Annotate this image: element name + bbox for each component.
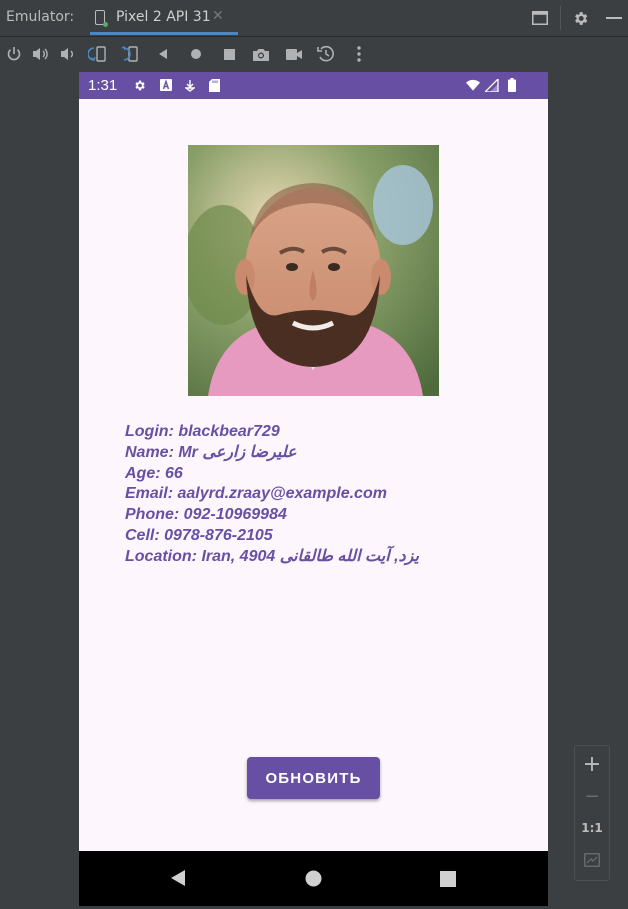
- nav-overview-icon[interactable]: [440, 871, 456, 891]
- tab-close-icon[interactable]: ✕: [212, 8, 224, 24]
- location-text: Location: Iran, 4904 یزد, آیت الله طالقا…: [125, 547, 419, 565]
- zoom-one-to-one-button[interactable]: 1:1: [575, 813, 609, 843]
- device-tab[interactable]: Pixel 2 API 31 ✕: [90, 0, 238, 35]
- emulator-title-bar: Emulator: Pixel 2 API 31 ✕: [0, 0, 628, 37]
- screenshot-icon[interactable]: [250, 43, 272, 65]
- settings-status-icon: [132, 78, 146, 92]
- navigation-bar: [79, 851, 548, 906]
- sd-card-status-icon: [207, 78, 221, 92]
- gear-icon[interactable]: [570, 8, 590, 28]
- profile-details: Login: blackbear729 Name: Mr علیرضا زارع…: [125, 422, 525, 568]
- title-divider: [560, 6, 561, 30]
- window-layout-icon[interactable]: [530, 8, 550, 28]
- nav-back-icon[interactable]: [170, 869, 186, 891]
- snapshot-icon[interactable]: [315, 43, 337, 65]
- device-tab-label: Pixel 2 API 31: [116, 9, 211, 25]
- status-bar: 1:31: [79, 72, 548, 99]
- cell-signal-icon: [485, 78, 499, 92]
- zoom-out-button[interactable]: −: [575, 781, 609, 811]
- age-text: Age: 66: [125, 464, 183, 482]
- battery-icon: [505, 78, 519, 92]
- home-icon[interactable]: [185, 43, 207, 65]
- device-icon: [95, 10, 108, 27]
- rotate-right-icon[interactable]: [119, 43, 141, 65]
- overview-icon[interactable]: [218, 43, 240, 65]
- wifi-icon: [466, 78, 480, 92]
- status-time: 1:31: [88, 77, 118, 94]
- profile-photo: [188, 145, 439, 396]
- name-text: Name: Mr علیرضا زارعی: [125, 443, 297, 461]
- back-icon[interactable]: [152, 43, 174, 65]
- nav-home-icon[interactable]: [305, 870, 322, 891]
- keyboard-status-icon: [159, 78, 173, 92]
- refresh-button[interactable]: ОБНОВИТЬ: [247, 757, 380, 799]
- power-icon[interactable]: [3, 43, 25, 65]
- phone-text: Phone: 092-10969984: [125, 506, 287, 524]
- screenrecord-icon[interactable]: [283, 43, 305, 65]
- emulator-toolbar: [0, 37, 628, 71]
- zoom-fit-icon[interactable]: [575, 845, 609, 875]
- email-text: Email: aalyrd.zraay@example.com: [125, 485, 387, 503]
- download-status-icon: [183, 78, 197, 92]
- tab-active-underline: [90, 32, 238, 35]
- device-screen: 1:31 Login: blackbear729 Name: Mr علیرضا…: [79, 72, 548, 906]
- cell-text: Cell: 0978-876-2105: [125, 526, 273, 544]
- emulator-label: Emulator:: [6, 9, 75, 25]
- volume-up-icon[interactable]: [30, 43, 52, 65]
- zoom-in-button[interactable]: +: [575, 749, 609, 779]
- volume-down-icon[interactable]: [57, 43, 79, 65]
- zoom-panel: + − 1:1: [574, 745, 610, 881]
- rotate-left-icon[interactable]: [87, 43, 109, 65]
- login-text: Login: blackbear729: [125, 423, 280, 440]
- more-icon[interactable]: [348, 43, 370, 65]
- minimize-icon[interactable]: [604, 8, 624, 28]
